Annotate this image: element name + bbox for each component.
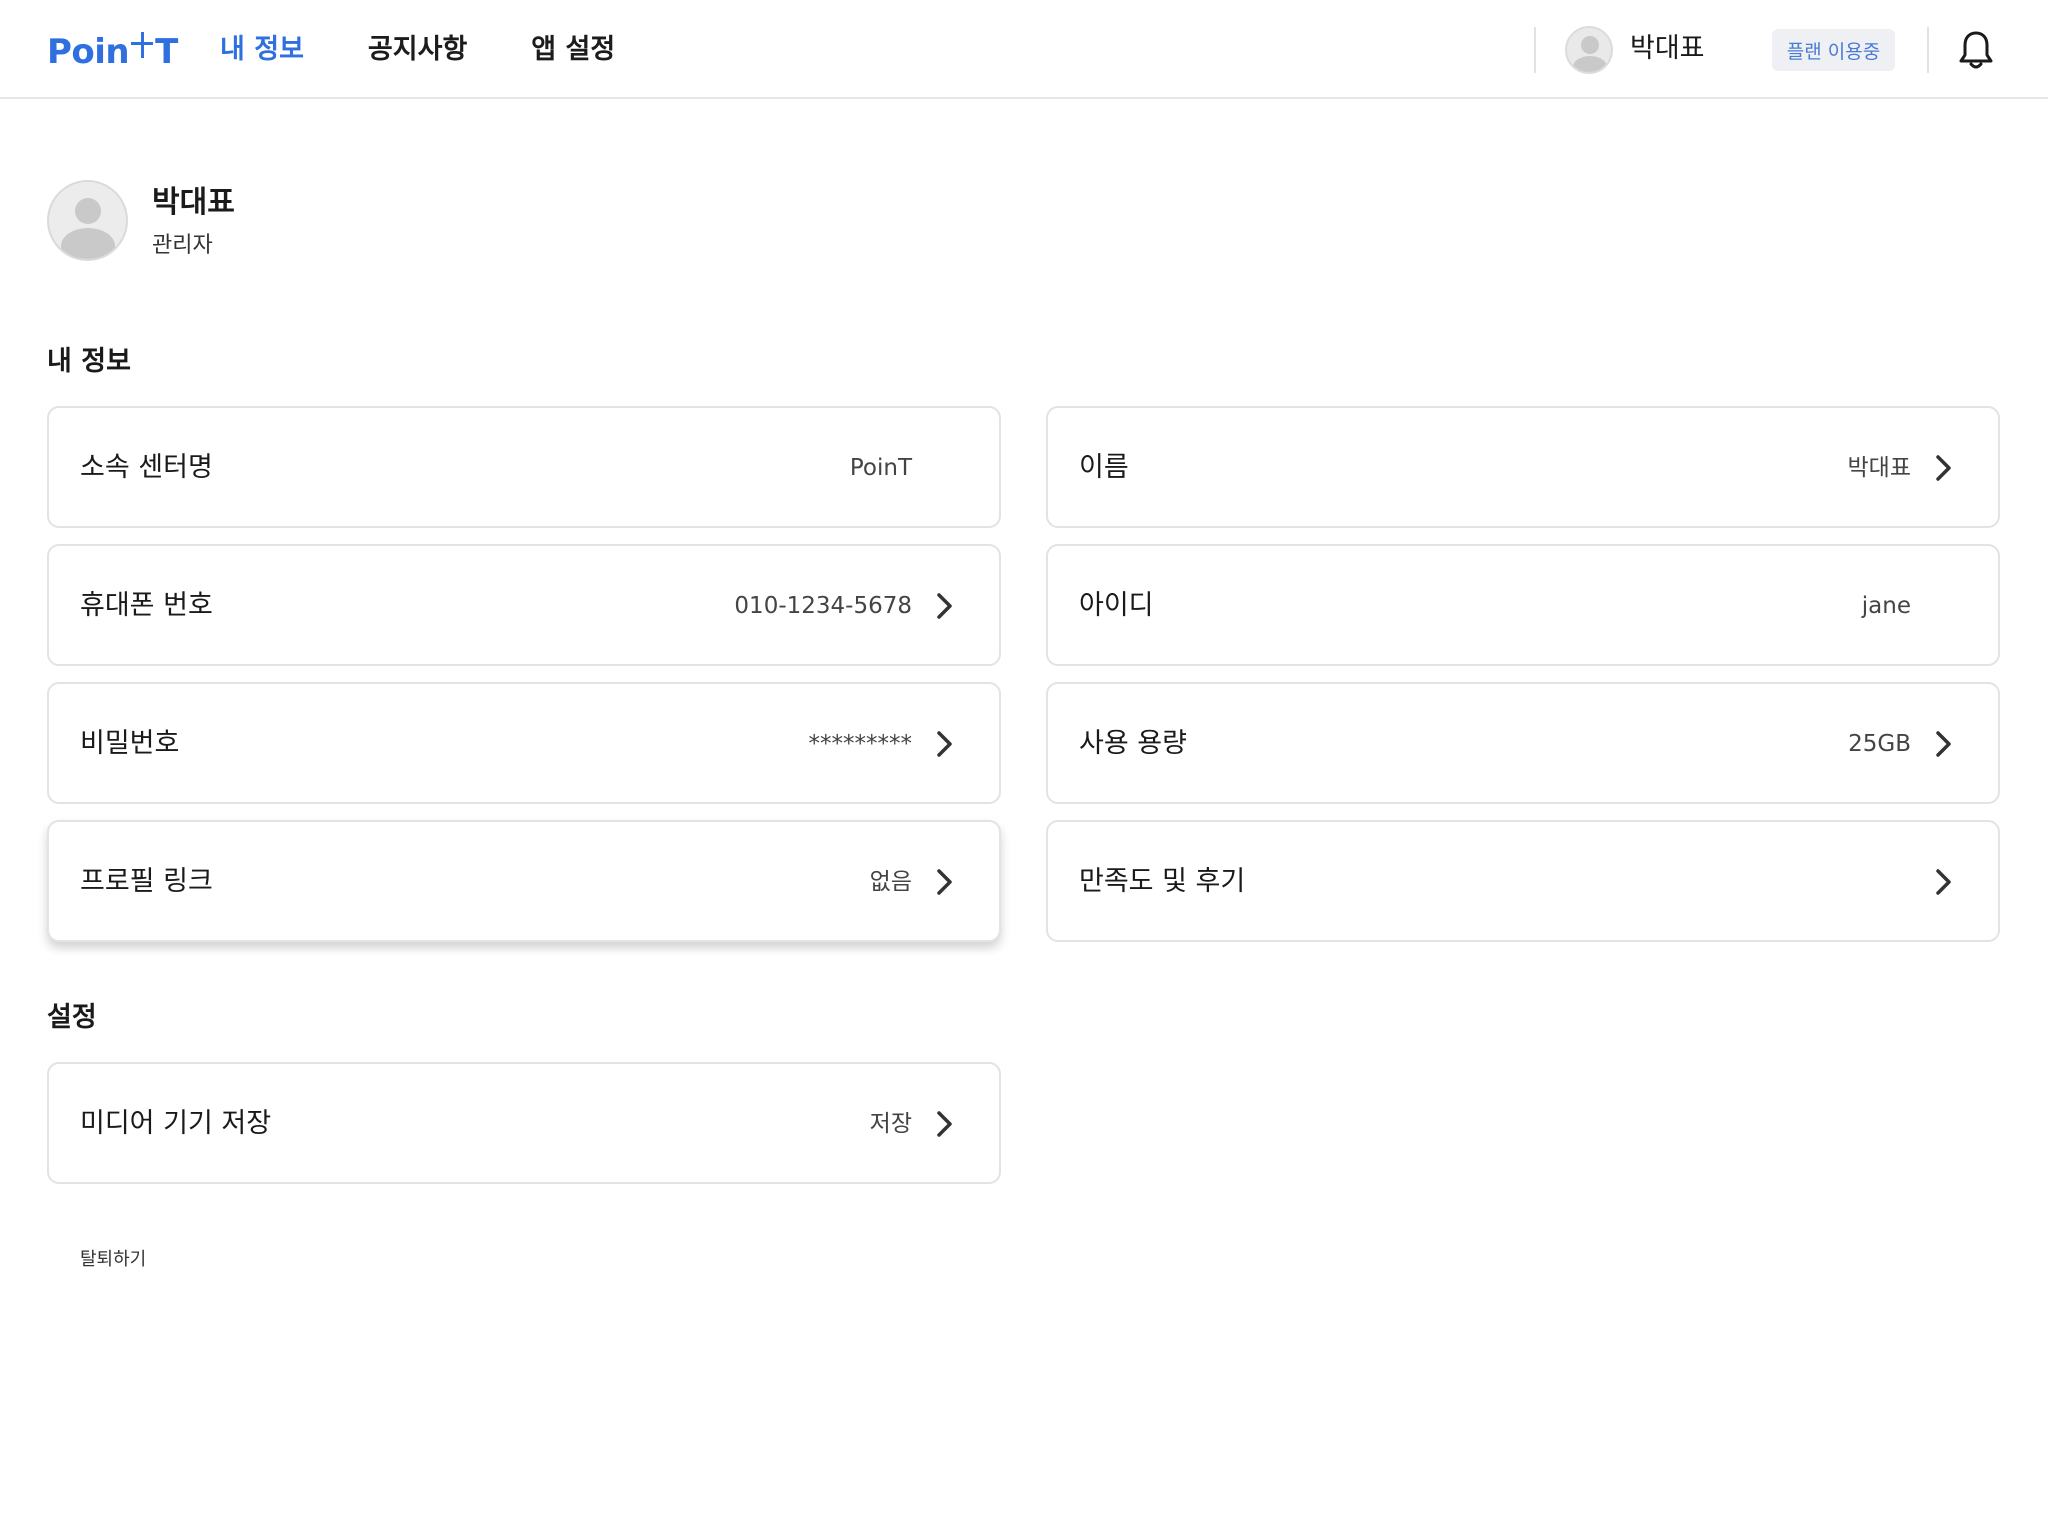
chevron-right-icon: [937, 731, 952, 757]
nav-tab-notices[interactable]: 공지사항: [368, 30, 467, 70]
info-row-user-id[interactable]: 아이디 jane: [1046, 544, 2000, 666]
header-divider: [1927, 27, 1929, 73]
profile-avatar-icon: [47, 180, 128, 261]
row-value: 25GB: [1848, 731, 1911, 757]
chevron-right-icon: [1936, 731, 1951, 757]
row-label: 미디어 기기 저장: [80, 1108, 272, 1139]
header-divider: [1534, 27, 1536, 73]
row-label: 아이디: [1079, 590, 1154, 621]
logo-text-right: T: [155, 32, 178, 72]
section-title-settings: 설정: [47, 1002, 97, 1033]
row-value: PoinT: [849, 455, 912, 481]
row-value: 박대표: [1847, 455, 1911, 481]
row-label: 사용 용량: [1079, 728, 1187, 759]
row-label: 비밀번호: [80, 728, 180, 759]
plan-status-badge[interactable]: 플랜 이용중: [1772, 29, 1895, 71]
nav-tab-app-settings[interactable]: 앱 설정: [531, 30, 615, 70]
profile-name: 박대표: [152, 185, 235, 220]
chevron-right-icon: [937, 869, 952, 895]
section-title-my-info: 내 정보: [47, 346, 131, 377]
bell-icon[interactable]: [1959, 30, 1993, 70]
info-row-satisfaction-review[interactable]: 만족도 및 후기: [1046, 820, 2000, 942]
info-row-storage[interactable]: 사용 용량 25GB: [1046, 682, 2000, 804]
nav-tab-my-info[interactable]: 내 정보: [220, 30, 304, 70]
chevron-right-icon: [1936, 869, 1951, 895]
top-header: Poin T 내 정보 공지사항 앱 설정 박대표 플랜 이용중: [0, 0, 2048, 99]
info-row-phone[interactable]: 휴대폰 번호 010-1234-5678: [47, 544, 1001, 666]
row-label: 휴대폰 번호: [80, 590, 213, 621]
row-label: 프로필 링크: [80, 866, 213, 897]
row-label: 이름: [1079, 452, 1129, 483]
user-avatar-icon[interactable]: [1565, 26, 1613, 74]
settings-row-media-save[interactable]: 미디어 기기 저장 저장: [47, 1062, 1001, 1184]
chevron-right-icon: [937, 593, 952, 619]
row-label: 소속 센터명: [80, 452, 213, 483]
row-value: 저장: [869, 1111, 912, 1137]
info-row-center-name[interactable]: 소속 센터명 PoinT: [47, 406, 1001, 528]
info-row-profile-link[interactable]: 프로필 링크 없음: [47, 820, 1001, 942]
header-user-name[interactable]: 박대표: [1630, 29, 1705, 69]
main-nav: 내 정보 공지사항 앱 설정: [220, 30, 679, 70]
chevron-right-icon: [1936, 455, 1951, 481]
row-value: *********: [808, 731, 913, 757]
logo-cross-icon: [131, 32, 154, 72]
row-value: 010-1234-5678: [734, 593, 912, 619]
row-value: jane: [1861, 593, 1911, 619]
withdraw-link[interactable]: 탈퇴하기: [80, 1246, 146, 1274]
logo-text-left: Poin: [47, 32, 130, 72]
app-logo[interactable]: Poin T: [47, 28, 178, 72]
row-label: 만족도 및 후기: [1079, 866, 1246, 897]
info-row-name[interactable]: 이름 박대표: [1046, 406, 2000, 528]
row-value: 없음: [869, 869, 912, 895]
chevron-right-icon: [937, 1111, 952, 1137]
info-row-password[interactable]: 비밀번호 *********: [47, 682, 1001, 804]
profile-role: 관리자: [152, 233, 213, 258]
